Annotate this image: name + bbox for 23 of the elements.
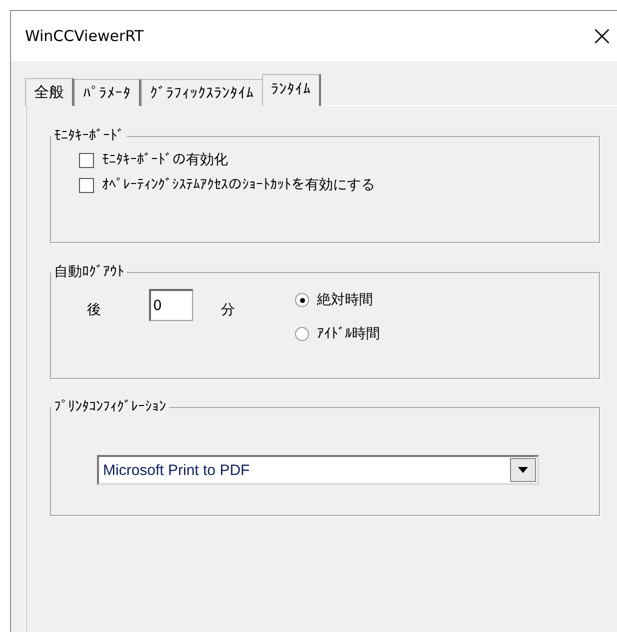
field-label: 後 [87,301,101,319]
checkbox-label: ｵﾍﾟﾚｰﾃｨﾝｸﾞｼｽﾃﾑｱｸｾｽのｼｮｰﾄｶｯﾄを有効にする [102,177,376,194]
window-title: WinCCViewerRT [25,27,144,45]
close-button[interactable]: × [584,22,617,50]
radio-button[interactable] [295,293,309,307]
dropdown-button[interactable] [510,458,536,482]
checkbox[interactable] [79,178,94,193]
radio-label: 絶対時間 [317,291,373,309]
group-title: 自動ﾛｸﾞｱｳﾄ [53,263,125,281]
tab[interactable]: ﾗﾝﾀｲﾑ [262,74,321,106]
unit-label: 分 [221,301,235,319]
minutes-field[interactable]: 0 [149,289,193,321]
tab[interactable]: 全般 [25,78,74,106]
tab[interactable]: ｸﾞﾗﾌｨｯｸｽﾗﾝﾀｲﾑ [141,79,264,106]
radio-label: ｱｲﾄﾞﾙ時間 [317,325,380,343]
checkbox-label: ﾓﾆﾀｷｰﾎﾞｰﾄﾞの有効化 [102,152,229,169]
tab[interactable]: ﾊﾟﾗﾒｰﾀ [74,79,141,106]
radio-button[interactable] [295,327,309,341]
group-title: ﾓﾆﾀｷｰﾎﾞｰﾄﾞ [53,128,125,144]
checkbox[interactable] [79,153,94,168]
group-title: ﾌﾟﾘﾝﾀｺﾝﾌｨｸﾞﾚｰｼｮﾝ [53,399,167,415]
printer-dropdown[interactable]: Microsoft Print to PDF [97,455,539,485]
caret-icon [518,467,528,473]
